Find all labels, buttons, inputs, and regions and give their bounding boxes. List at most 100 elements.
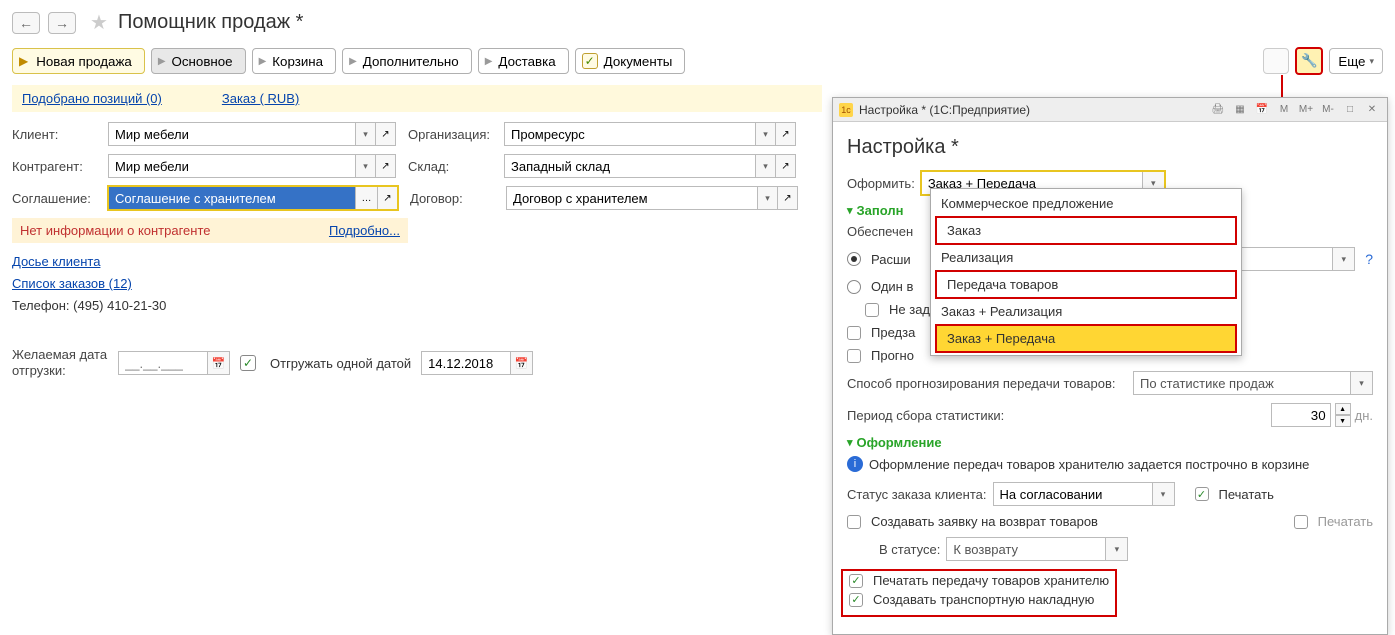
dd-item-selected[interactable]: Заказ + Передача [935, 324, 1237, 353]
print-transfer-checkbox[interactable] [849, 574, 863, 588]
tab-main[interactable]: ▶Основное [151, 48, 246, 74]
dropdown-button[interactable]: ▾ [1333, 247, 1355, 271]
status-input[interactable] [993, 482, 1153, 506]
period-unit: дн. [1355, 408, 1373, 423]
org-input[interactable] [504, 122, 756, 146]
orders-link[interactable]: Список заказов (12) [12, 273, 808, 295]
order-link[interactable]: Заказ ( RUB) [222, 91, 299, 106]
return-checkbox[interactable] [847, 515, 861, 529]
status-label: Статус заказа клиента: [847, 487, 987, 502]
memory-m[interactable]: M [1275, 101, 1293, 119]
radio-one[interactable] [847, 280, 861, 294]
dd-item[interactable]: Реализация [931, 245, 1241, 270]
open-button[interactable]: ↗ [776, 122, 796, 146]
chk-predz-label: Предза [871, 325, 915, 340]
wh-input[interactable] [504, 154, 756, 178]
back-button[interactable]: ← [12, 12, 40, 34]
new-sale-button[interactable]: ▶ Новая продажа [12, 48, 145, 74]
chevron-icon: ▶ [259, 56, 267, 67]
create-waybill-checkbox[interactable] [849, 593, 863, 607]
chevron-down-icon[interactable]: ▾ [847, 204, 853, 217]
grid-icon[interactable]: ▦ [1231, 101, 1249, 119]
new-sale-label: Новая продажа [36, 54, 132, 69]
wrench-icon: 🔧 [1301, 53, 1318, 69]
dropdown-button[interactable]: ▾ [756, 122, 776, 146]
star-icon[interactable]: ★ [90, 10, 108, 35]
close-icon[interactable]: ✕ [1363, 101, 1381, 119]
wanted-date-input[interactable] [118, 351, 208, 375]
dossier-link[interactable]: Досье клиента [12, 251, 808, 273]
return-label: Создавать заявку на возврат товаров [871, 514, 1098, 529]
contract-input[interactable] [506, 186, 758, 210]
oformit-label: Оформить: [847, 176, 915, 191]
settings-button[interactable]: 🔧 [1295, 47, 1323, 75]
calendar-button[interactable]: 📅 [208, 351, 230, 375]
chk-predz[interactable] [847, 326, 861, 340]
client-input[interactable] [108, 122, 356, 146]
memory-mminus[interactable]: M- [1319, 101, 1337, 119]
tab-documents[interactable]: ✓ Документы [575, 48, 686, 74]
in-status-label: В статусе: [879, 542, 940, 557]
ship-one-label: Отгружать одной датой [270, 356, 411, 371]
dropdown-button[interactable]: ▾ [758, 186, 778, 210]
tab-delivery-label: Доставка [498, 54, 555, 69]
toolbar-btn-1[interactable] [1263, 48, 1289, 74]
dd-item[interactable]: Передача товаров [935, 270, 1237, 299]
open-button[interactable]: ↗ [778, 186, 798, 210]
modal-window-title: Настройка * (1С:Предприятие) [859, 103, 1030, 117]
dropdown-button: ▾ [1106, 537, 1128, 561]
positions-link[interactable]: Подобрано позиций (0) [22, 91, 162, 106]
period-input[interactable] [1271, 403, 1331, 427]
spin-up[interactable]: ▲ [1335, 403, 1351, 415]
calendar-icon[interactable]: 📅 [1253, 101, 1271, 119]
wanted-date-label: Желаемая дата отгрузки: [12, 347, 108, 379]
maximize-icon[interactable]: □ [1341, 101, 1359, 119]
forward-button[interactable]: → [48, 12, 76, 34]
warn-more-link[interactable]: Подробно... [329, 223, 400, 238]
print2-checkbox [1294, 515, 1308, 529]
print-checkbox[interactable] [1195, 487, 1209, 501]
agreement-input[interactable] [108, 186, 356, 210]
ellipsis-button[interactable]: … [356, 186, 378, 210]
open-button[interactable]: ↗ [378, 186, 398, 210]
dd-item[interactable]: Заказ + Реализация [931, 299, 1241, 324]
dd-item[interactable]: Заказ [935, 216, 1237, 245]
chk-progn-label: Прогно [871, 348, 914, 363]
dropdown-button[interactable]: ▾ [1153, 482, 1175, 506]
contr-input[interactable] [108, 154, 356, 178]
client-label: Клиент: [12, 127, 108, 142]
calendar-button[interactable]: 📅 [511, 351, 533, 375]
dd-item[interactable]: Коммерческое предложение [931, 191, 1241, 216]
contr-label: Контрагент: [12, 159, 108, 174]
ship-date-input[interactable] [421, 351, 511, 375]
wh-label: Склад: [408, 159, 504, 174]
chk-progn[interactable] [847, 349, 861, 363]
in-status-input [946, 537, 1106, 561]
open-button[interactable]: ↗ [376, 122, 396, 146]
section-design-label: Оформление [857, 435, 942, 450]
chevron-down-icon[interactable]: ▾ [847, 436, 853, 449]
memory-mplus[interactable]: M+ [1297, 101, 1315, 119]
dropdown-button[interactable]: ▾ [356, 154, 376, 178]
more-label: Еще [1338, 54, 1365, 69]
radio-ext[interactable] [847, 252, 861, 266]
spin-down[interactable]: ▼ [1335, 415, 1351, 427]
chevron-icon: ▶ [158, 56, 166, 67]
tab-delivery[interactable]: ▶Доставка [478, 48, 569, 74]
tab-extra[interactable]: ▶Дополнительно [342, 48, 472, 74]
dropdown-button[interactable]: ▾ [356, 122, 376, 146]
tab-cart[interactable]: ▶Корзина [252, 48, 336, 74]
help-icon[interactable]: ? [1365, 251, 1373, 267]
tab-docs-label: Документы [604, 54, 673, 69]
radio-ext-label: Расши [871, 252, 911, 267]
open-button[interactable]: ↗ [776, 154, 796, 178]
dropdown-button[interactable]: ▾ [756, 154, 776, 178]
chk-nozad[interactable] [865, 303, 879, 317]
play-icon: ▶ [19, 54, 28, 68]
print-icon[interactable]: 🖨 [1209, 101, 1227, 119]
print-label: Печатать [1219, 487, 1274, 502]
more-button[interactable]: Еще▾ [1329, 48, 1383, 74]
check-icon: ✓ [582, 53, 598, 69]
open-button[interactable]: ↗ [376, 154, 396, 178]
ship-one-checkbox[interactable] [240, 355, 256, 371]
